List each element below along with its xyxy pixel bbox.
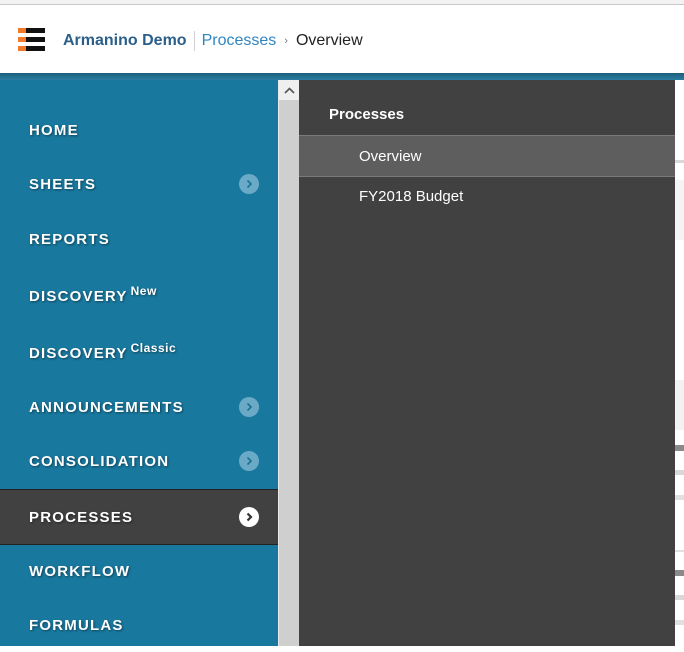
sidebar-item-text: PROCESSES xyxy=(29,508,134,526)
sidebar-item-reports[interactable]: REPORTS xyxy=(0,212,278,266)
flyout-item-label: FY2018 Budget xyxy=(359,187,464,205)
sidebar-item-label: DISCOVERY New xyxy=(29,284,157,305)
sidebar-item-text: SHEETS xyxy=(29,175,97,193)
sidebar-item-text: ANNOUNCEMENTS xyxy=(29,398,184,416)
sidebar-item-label: SHEETS xyxy=(29,176,96,193)
chevron-up-icon xyxy=(283,86,295,94)
flyout-title: Processes xyxy=(329,106,405,123)
flyout-item-label: Overview xyxy=(359,147,422,165)
bg-divider xyxy=(675,550,684,552)
sidebar-item-label: PROCESSES xyxy=(29,509,133,526)
app-name-link[interactable]: Armanino Demo xyxy=(63,32,187,50)
bg-text-fragment xyxy=(675,620,684,625)
sidebar-item-label: REPORTS xyxy=(29,231,110,248)
sidebar-item-label: WORKFLOW xyxy=(29,563,130,580)
sidebar-item-text: FORMULAS xyxy=(29,616,124,634)
sidebar-item-badge: Classic xyxy=(130,340,177,355)
sidebar-item-discovery-new[interactable]: DISCOVERY New xyxy=(0,267,278,321)
hamburger-menu-icon[interactable] xyxy=(18,28,45,52)
breadcrumb-current: Overview xyxy=(295,32,363,49)
sidebar-item-processes[interactable]: PROCESSES xyxy=(0,489,278,545)
sidebar-item-sheets[interactable]: SHEETS xyxy=(0,157,278,211)
scroll-up-button[interactable] xyxy=(279,80,299,100)
bg-card xyxy=(675,180,684,240)
breadcrumb: Armanino Demo Processes › Overview xyxy=(63,31,363,51)
sidebar-item-workflow[interactable]: WORKFLOW xyxy=(0,544,278,598)
chevron-right-circle-icon[interactable] xyxy=(239,507,259,527)
sidebar-item-text: WORKFLOW xyxy=(29,562,131,580)
top-header: Armanino Demo Processes › Overview xyxy=(0,5,684,73)
sidebar-item-discovery-classic[interactable]: DISCOVERY Classic xyxy=(0,324,278,378)
bg-text-fragment xyxy=(675,595,684,600)
processes-flyout-panel: Processes Overview FY2018 Budget xyxy=(299,80,675,646)
bg-text-fragment xyxy=(675,445,684,451)
sidebar-item-home[interactable]: HOME xyxy=(0,103,278,157)
sidebar-scrollbar[interactable] xyxy=(278,80,299,646)
sidebar-item-formulas[interactable]: FORMULAS xyxy=(0,598,278,652)
sidebar-item-text: CONSOLIDATION xyxy=(29,452,170,470)
sidebar-item-text: DISCOVERY xyxy=(29,287,128,305)
flyout-item-overview[interactable]: Overview xyxy=(299,135,675,177)
chevron-right-circle-icon[interactable] xyxy=(239,174,259,194)
chevron-right-circle-icon[interactable] xyxy=(239,397,259,417)
breadcrumb-processes-link[interactable]: Processes xyxy=(202,32,277,50)
sidebar-item-badge: New xyxy=(130,283,157,298)
bg-text-fragment xyxy=(675,570,684,576)
sidebar-item-consolidation[interactable]: CONSOLIDATION xyxy=(0,434,278,488)
bg-divider xyxy=(675,160,684,163)
sidebar-item-text: DISCOVERY xyxy=(29,344,128,362)
sidebar-item-label: DISCOVERY Classic xyxy=(29,341,176,362)
sidebar-item-text: REPORTS xyxy=(29,230,110,248)
bg-card xyxy=(675,380,684,430)
chevron-right-icon: › xyxy=(284,35,288,47)
header-divider-band xyxy=(0,73,684,80)
sidebar-item-label: CONSOLIDATION xyxy=(29,453,169,470)
bg-text-fragment xyxy=(675,470,684,475)
bg-text-fragment xyxy=(675,495,684,500)
sidebar-item-label: ANNOUNCEMENTS xyxy=(29,399,184,416)
flyout-item-fy2018-budget[interactable]: FY2018 Budget xyxy=(299,176,675,216)
sidebar-nav: HOME SHEETS REPORTS DISCOVERY New DISCOVERY Cl… xyxy=(0,80,278,646)
sidebar-item-label: FORMULAS xyxy=(29,617,124,634)
sidebar-item-text: HOME xyxy=(29,121,79,139)
sidebar-item-label: HOME xyxy=(29,122,79,139)
chevron-right-circle-icon[interactable] xyxy=(239,451,259,471)
sidebar-item-announcements[interactable]: ANNOUNCEMENTS xyxy=(0,380,278,434)
background-page-edge xyxy=(675,80,684,646)
breadcrumb-divider xyxy=(193,31,195,51)
